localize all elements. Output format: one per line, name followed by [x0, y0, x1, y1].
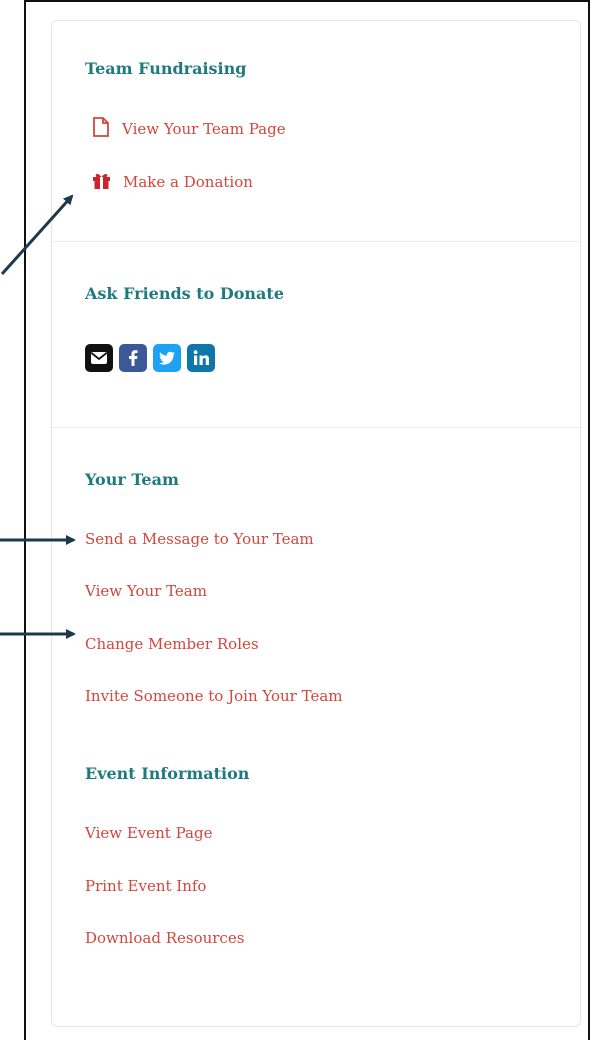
arrow-to-donation — [0, 194, 74, 276]
annotation-arrows — [0, 194, 76, 639]
